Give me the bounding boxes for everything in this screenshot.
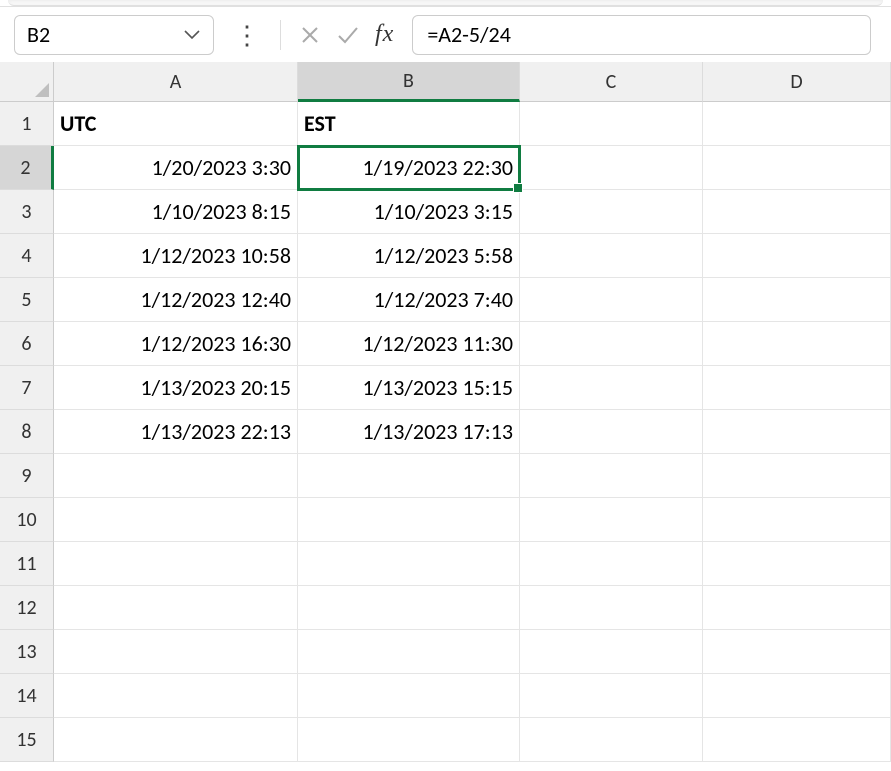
cell-B10[interactable] — [298, 498, 520, 542]
row-header-2[interactable]: 2 — [0, 146, 54, 190]
row-header-12[interactable]: 12 — [0, 586, 54, 630]
cell-A4[interactable]: 1/12/2023 10:58 — [54, 234, 298, 278]
cell-A8[interactable]: 1/13/2023 22:13 — [54, 410, 298, 454]
formula-input[interactable]: =A2-5/24 — [412, 15, 871, 55]
more-icon[interactable]: ⋮ — [232, 19, 262, 51]
cell-A9[interactable] — [54, 454, 298, 498]
row-header-5[interactable]: 5 — [0, 278, 54, 322]
cell-C7[interactable] — [520, 366, 703, 410]
cell-C1[interactable] — [520, 102, 703, 146]
cell-D12[interactable] — [703, 586, 891, 630]
row-header-8[interactable]: 8 — [0, 410, 54, 454]
row-header-13[interactable]: 13 — [0, 630, 54, 674]
row-header-7[interactable]: 7 — [0, 366, 54, 410]
cell-D9[interactable] — [703, 454, 891, 498]
cell-D5[interactable] — [703, 278, 891, 322]
row-header-14[interactable]: 14 — [0, 674, 54, 718]
cell-C8[interactable] — [520, 410, 703, 454]
cell-A1[interactable]: UTC — [54, 102, 298, 146]
cell-C9[interactable] — [520, 454, 703, 498]
cell-C12[interactable] — [520, 586, 703, 630]
cell-C11[interactable] — [520, 542, 703, 586]
cell-A12[interactable] — [54, 586, 298, 630]
cell-D6[interactable] — [703, 322, 891, 366]
cell-A3[interactable]: 1/10/2023 8:15 — [54, 190, 298, 234]
col-header-B[interactable]: B — [298, 62, 520, 102]
cell-A13[interactable] — [54, 630, 298, 674]
cell-A7[interactable]: 1/13/2023 20:15 — [54, 366, 298, 410]
spreadsheet-grid[interactable]: A B C D 1 UTC EST 2 1/20/2023 3:30 1/19/… — [0, 62, 891, 762]
fx-icon[interactable]: fx — [375, 21, 394, 48]
cell-C2[interactable] — [520, 146, 703, 190]
cell-C15[interactable] — [520, 718, 703, 762]
cell-C10[interactable] — [520, 498, 703, 542]
cell-B1[interactable]: EST — [298, 102, 520, 146]
cell-D2[interactable] — [703, 146, 891, 190]
cell-C14[interactable] — [520, 674, 703, 718]
cell-A10[interactable] — [54, 498, 298, 542]
row-header-10[interactable]: 10 — [0, 498, 54, 542]
col-header-C[interactable]: C — [520, 62, 703, 102]
formula-bar-row: B2 ⋮ fx =A2-5/24 — [0, 6, 891, 62]
row-header-3[interactable]: 3 — [0, 190, 54, 234]
cell-B4[interactable]: 1/12/2023 5:58 — [298, 234, 520, 278]
name-box[interactable]: B2 — [14, 15, 214, 55]
cell-D8[interactable] — [703, 410, 891, 454]
divider — [280, 20, 281, 50]
cell-B6[interactable]: 1/12/2023 11:30 — [298, 322, 520, 366]
name-box-value: B2 — [27, 21, 50, 48]
select-all-corner[interactable] — [0, 62, 54, 102]
cell-B7[interactable]: 1/13/2023 15:15 — [298, 366, 520, 410]
cancel-formula-button[interactable] — [299, 24, 321, 46]
col-header-A[interactable]: A — [54, 62, 298, 102]
row-header-15[interactable]: 15 — [0, 718, 54, 762]
col-header-D[interactable]: D — [703, 62, 891, 102]
cell-B5[interactable]: 1/12/2023 7:40 — [298, 278, 520, 322]
cell-A5[interactable]: 1/12/2023 12:40 — [54, 278, 298, 322]
cell-D1[interactable] — [703, 102, 891, 146]
cell-C6[interactable] — [520, 322, 703, 366]
check-icon — [335, 24, 361, 46]
formula-text: =A2-5/24 — [427, 21, 511, 48]
cell-D4[interactable] — [703, 234, 891, 278]
cell-B2[interactable]: 1/19/2023 22:30 — [298, 146, 520, 190]
row-header-4[interactable]: 4 — [0, 234, 54, 278]
cell-D11[interactable] — [703, 542, 891, 586]
cell-A2[interactable]: 1/20/2023 3:30 — [54, 146, 298, 190]
cell-D10[interactable] — [703, 498, 891, 542]
cell-B11[interactable] — [298, 542, 520, 586]
cell-A6[interactable]: 1/12/2023 16:30 — [54, 322, 298, 366]
row-header-6[interactable]: 6 — [0, 322, 54, 366]
cell-A11[interactable] — [54, 542, 298, 586]
formula-action-buttons: fx — [299, 21, 394, 48]
cell-B8[interactable]: 1/13/2023 17:13 — [298, 410, 520, 454]
enter-formula-button[interactable] — [335, 24, 361, 46]
cell-B9[interactable] — [298, 454, 520, 498]
cell-C5[interactable] — [520, 278, 703, 322]
cell-D3[interactable] — [703, 190, 891, 234]
cell-C4[interactable] — [520, 234, 703, 278]
chevron-down-icon — [183, 29, 201, 41]
cell-B13[interactable] — [298, 630, 520, 674]
cell-B12[interactable] — [298, 586, 520, 630]
cell-C3[interactable] — [520, 190, 703, 234]
cell-A15[interactable] — [54, 718, 298, 762]
row-header-1[interactable]: 1 — [0, 102, 54, 146]
cell-D7[interactable] — [703, 366, 891, 410]
cell-B3[interactable]: 1/10/2023 3:15 — [298, 190, 520, 234]
cell-A14[interactable] — [54, 674, 298, 718]
cell-D13[interactable] — [703, 630, 891, 674]
cell-C13[interactable] — [520, 630, 703, 674]
cell-B14[interactable] — [298, 674, 520, 718]
row-header-11[interactable]: 11 — [0, 542, 54, 586]
cell-D14[interactable] — [703, 674, 891, 718]
cell-B15[interactable] — [298, 718, 520, 762]
x-icon — [299, 24, 321, 46]
row-header-9[interactable]: 9 — [0, 454, 54, 498]
cell-D15[interactable] — [703, 718, 891, 762]
